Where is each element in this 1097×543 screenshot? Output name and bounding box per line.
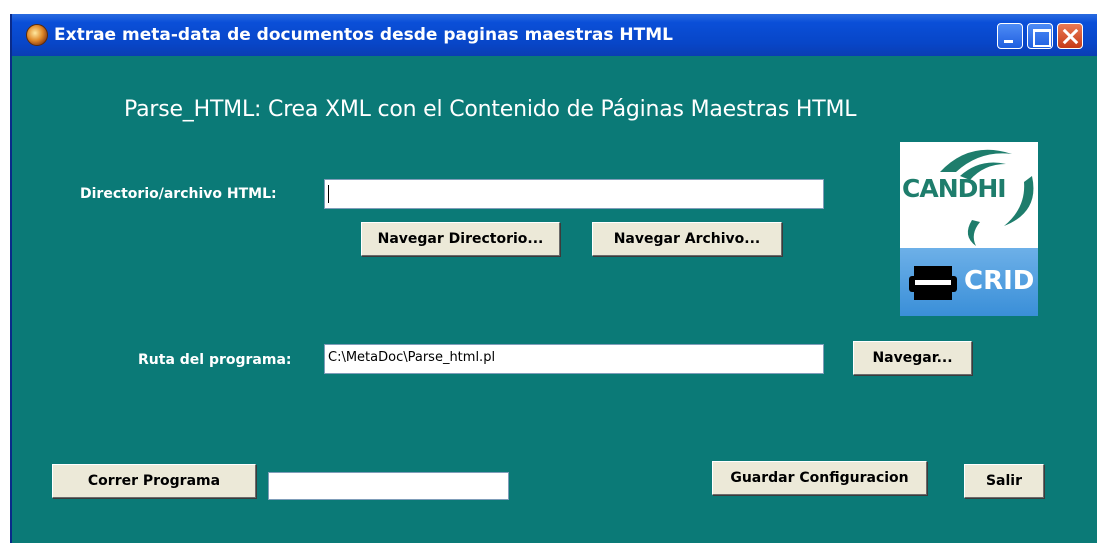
app-window: Extrae meta-data de documentos desde pag… (10, 14, 1097, 543)
crid-logo-text: CRID (964, 266, 1035, 296)
candhi-logo-text: CANDHI (902, 174, 1007, 203)
html-path-label: Directorio/archivo HTML: (80, 186, 277, 202)
close-icon[interactable] (1057, 23, 1083, 49)
page-title: Parse_HTML: Crea XML con el Contenido de… (124, 97, 857, 122)
status-field[interactable] (268, 472, 509, 500)
program-path-input[interactable]: C:\MetaDoc\Parse_html.pl (324, 344, 824, 374)
maximize-icon[interactable] (1027, 23, 1053, 49)
exit-button[interactable]: Salir (964, 464, 1044, 498)
program-path-value: C:\MetaDoc\Parse_html.pl (328, 350, 496, 365)
candhi-crid-logo: CANDHI CRID (900, 142, 1038, 316)
title-bar[interactable]: Extrae meta-data de documentos desde pag… (12, 14, 1097, 56)
text-caret (328, 185, 329, 203)
browse-directory-button[interactable]: Navegar Directorio... (361, 222, 560, 256)
app-icon[interactable] (26, 24, 48, 46)
html-path-input[interactable] (324, 179, 824, 209)
window-title: Extrae meta-data de documentos desde pag… (54, 25, 674, 45)
candhi-logo: CANDHI (900, 142, 1038, 248)
program-path-label: Ruta del programa: (138, 352, 292, 368)
save-config-button[interactable]: Guardar Configuracion (712, 461, 927, 495)
browse-button[interactable]: Navegar... (853, 341, 972, 375)
printer-icon (909, 266, 957, 300)
run-program-button[interactable]: Correr Programa (52, 464, 256, 498)
browse-file-button[interactable]: Navegar Archivo... (592, 222, 782, 256)
crid-logo: CRID (900, 248, 1038, 316)
minimize-icon[interactable] (997, 23, 1023, 49)
